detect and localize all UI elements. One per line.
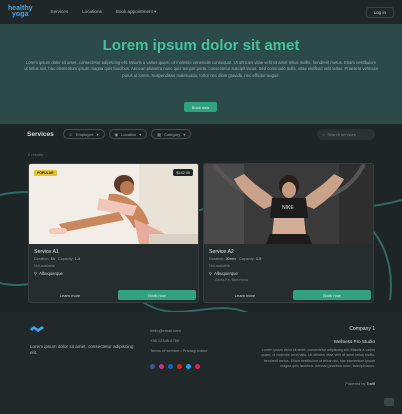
filter-category[interactable]: ▦ Category ▾ — [151, 129, 192, 139]
user-icon: ☺ — [68, 131, 73, 137]
service-location: ⚲ Albuquerque — [209, 271, 238, 276]
service-meta: Duration: 30min Capacity: 1-5 — [209, 257, 261, 261]
nav-item-services[interactable]: Services — [51, 9, 69, 15]
footer-legal[interactable]: Terms of service • Privacy notice — [150, 346, 208, 356]
svg-text:NIKE: NIKE — [282, 205, 294, 211]
duration-label: Duration: — [209, 257, 225, 261]
footer: Lorem ipsum dolor sit amet, consectetur … — [0, 312, 402, 414]
nav-menu: Services Locations Book appointment ▾ — [51, 9, 157, 15]
company-description: Lorem ipsum dolor sit amet, consectetur … — [261, 348, 375, 369]
top-nav: healthy yoga Services Locations Book app… — [0, 0, 402, 24]
location-icon: ◉ — [114, 131, 119, 137]
pin-icon: ⚲ — [34, 271, 38, 276]
footer-email[interactable]: hello@email.com — [150, 326, 208, 336]
company-title: Wellness Pro Studio — [333, 339, 375, 344]
book-now-button[interactable]: Book now — [293, 290, 371, 300]
capacity-value: 1-4 — [74, 257, 81, 261]
filter-employee[interactable]: ☺ Employee ▾ — [62, 129, 105, 139]
footer-text: Lorem ipsum dolor sit amet, consectetur … — [30, 344, 134, 356]
footer-logo — [30, 326, 44, 332]
filter-category-label: Category — [164, 131, 181, 137]
duration-label: Duration: — [34, 257, 50, 261]
powered-label: Powered by — [345, 381, 366, 386]
book-now-button[interactable]: Book now — [118, 290, 196, 300]
location-name: Albuquerque — [214, 271, 238, 276]
cookie-icon[interactable] — [384, 398, 394, 406]
duration-value: 1h — [50, 257, 55, 261]
search-icon: ⌕ — [322, 131, 325, 137]
service-name: Service A1 — [34, 249, 59, 255]
service-card[interactable]: POPULAR $142.00 Service A1 Duration: 1h … — [28, 163, 199, 303]
chevron-down-icon: ▾ — [183, 131, 186, 137]
footer-links: hello@email.com +38 12345 6789 Terms of … — [150, 326, 208, 356]
chevron-down-icon: ▾ — [96, 131, 99, 137]
service-photo — [29, 164, 198, 244]
filter-location[interactable]: ◉ Location ▾ — [108, 129, 148, 139]
duration-value: 30min — [225, 257, 236, 261]
service-meta: Duration: 1h Capacity: 1-4 — [34, 257, 80, 261]
powered-by: Powered by Trafft — [255, 382, 375, 386]
popular-badge: POPULAR — [34, 170, 57, 176]
filter-employee-label: Employee — [75, 131, 94, 137]
service-card[interactable]: NIKE Service A2 Duration: 30min Capacity… — [203, 163, 374, 303]
capacity-value: 1-5 — [255, 257, 262, 261]
nav-item-locations[interactable]: Locations — [82, 9, 102, 15]
youtube-icon[interactable] — [177, 364, 182, 369]
section-title: Services — [27, 130, 54, 138]
service-subtitle: Not available — [209, 264, 230, 268]
hero-banner: Lorem ipsum dolor sit amet Lorem ipsum d… — [0, 24, 402, 124]
category-icon: ▦ — [157, 131, 162, 137]
service-subtitle: Not available — [34, 264, 55, 268]
powered-brand[interactable]: Trafft — [366, 382, 375, 386]
twitter-icon[interactable] — [186, 364, 191, 369]
company-name: Company 1 — [349, 326, 375, 332]
location-secondary: Santa Fe, Barcelona — [215, 278, 248, 282]
services-toolbar: Services ☺ Employee ▾ ◉ Location ▾ ▦ Cat… — [27, 128, 375, 140]
facebook-icon[interactable] — [150, 364, 155, 369]
location-name: Albuquerque — [39, 271, 63, 276]
price-badge: $142.00 — [173, 169, 193, 176]
search-placeholder: Search services — [327, 131, 356, 137]
logo[interactable]: healthy yoga — [8, 5, 33, 18]
service-location: ⚲ Albuquerque — [34, 271, 63, 276]
chevron-down-icon: ▾ — [139, 131, 142, 137]
hero-title: Lorem ipsum dolor sit amet — [102, 37, 300, 54]
company-info: Company 1 Wellness Pro Studio Lorem ipsu… — [255, 326, 375, 386]
footer-phone[interactable]: +38 12345 6789 — [150, 336, 208, 346]
search-input[interactable]: ⌕ Search services — [317, 128, 375, 140]
tiktok-icon[interactable] — [195, 364, 200, 369]
filter-location-label: Location — [121, 131, 137, 137]
capacity-label: Capacity: — [239, 257, 255, 261]
pin-icon: ⚲ — [209, 271, 213, 276]
logo-line2: yoga — [12, 11, 29, 18]
social-links — [150, 364, 200, 369]
login-button[interactable]: Log in — [365, 6, 394, 18]
service-name: Service A2 — [209, 249, 234, 255]
hero-text: Lorem ipsum dolor sit amet, consectetur … — [24, 60, 378, 78]
learn-more-button[interactable]: Learn more — [212, 290, 278, 300]
learn-more-button[interactable]: Learn more — [37, 290, 103, 300]
linkedin-icon[interactable] — [168, 364, 173, 369]
service-photo: NIKE — [204, 164, 373, 244]
hero-book-button[interactable]: Book now — [184, 102, 217, 112]
nav-item-book[interactable]: Book appointment ▾ — [116, 9, 157, 15]
capacity-label: Capacity: — [57, 257, 74, 261]
results-count: 2 results — [28, 152, 44, 157]
instagram-icon[interactable] — [159, 364, 164, 369]
